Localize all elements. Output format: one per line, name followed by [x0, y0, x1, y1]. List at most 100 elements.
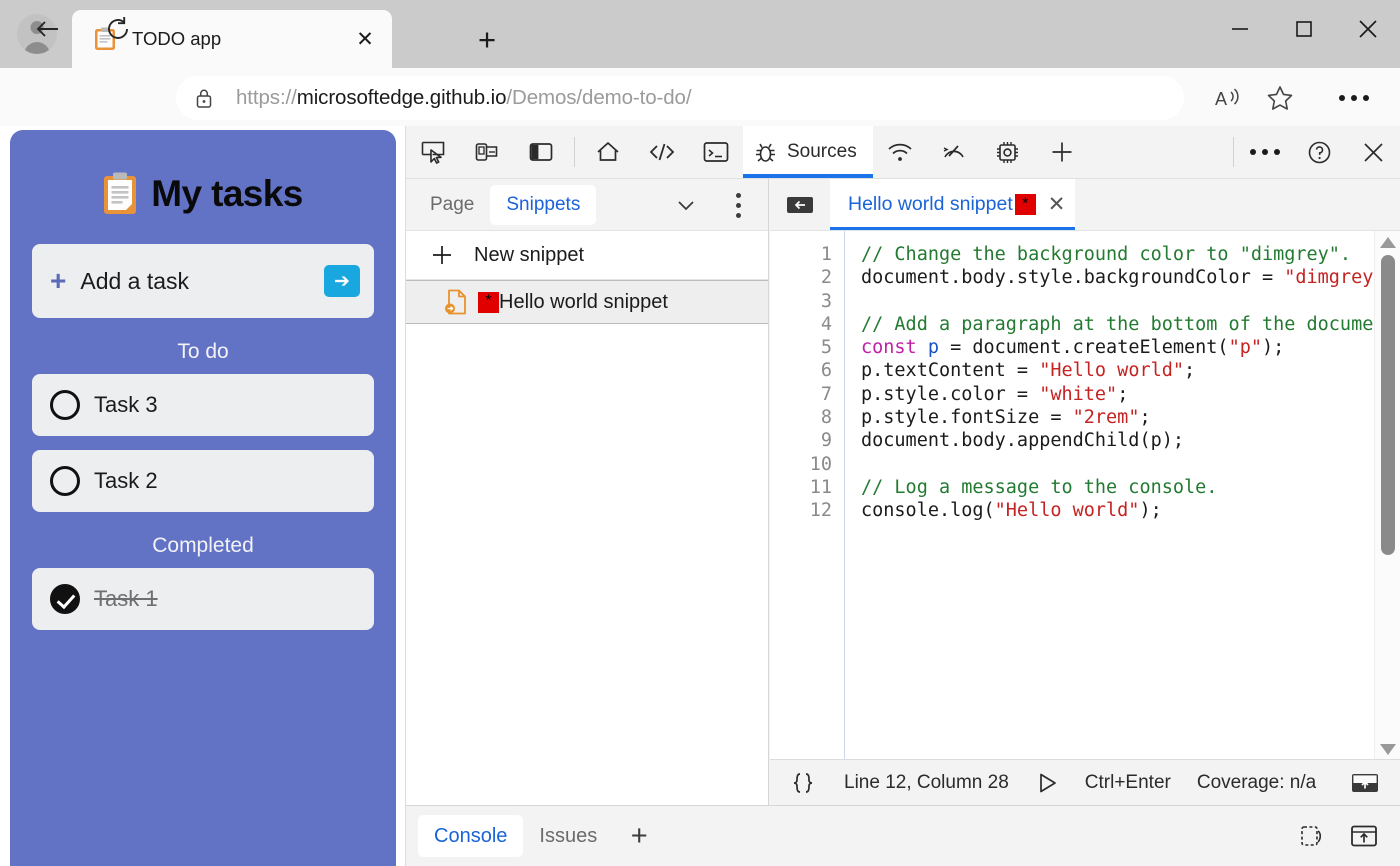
- tab-console[interactable]: Console: [418, 815, 523, 857]
- run-snippet-icon[interactable]: [1035, 771, 1059, 795]
- chevron-down-icon[interactable]: [660, 179, 712, 231]
- task-checkbox[interactable]: [50, 466, 80, 496]
- code-line: const p = document.createElement("p");: [861, 336, 1400, 359]
- code-line: p.style.color = "white";: [861, 383, 1400, 406]
- line-number: 8: [770, 406, 832, 429]
- line-number: 7: [770, 383, 832, 406]
- close-window-icon[interactable]: [1336, 0, 1400, 58]
- line-number-gutter: 123456789101112: [770, 231, 845, 805]
- more-tools-icon[interactable]: [1238, 126, 1292, 178]
- minimize-icon[interactable]: [1208, 0, 1272, 58]
- code-editor[interactable]: 123456789101112 // Change the background…: [770, 231, 1400, 805]
- coverage-label: Coverage: n/a: [1197, 772, 1316, 794]
- back-button[interactable]: [26, 9, 70, 49]
- task-item[interactable]: Task 3: [32, 374, 374, 436]
- editor-file-tab-label: Hello world snippet: [848, 193, 1013, 216]
- network-icon[interactable]: [873, 126, 927, 178]
- show-console-drawer-icon[interactable]: [1348, 770, 1382, 796]
- close-icon[interactable]: ✕: [348, 22, 382, 56]
- scroll-up-icon[interactable]: [1380, 237, 1396, 248]
- welcome-home-icon[interactable]: [581, 126, 635, 178]
- line-number: 11: [770, 476, 832, 499]
- sources-editor: Hello world snippet* ✕ 123456789101112 /…: [770, 179, 1400, 805]
- maximize-icon[interactable]: [1272, 0, 1336, 58]
- help-icon[interactable]: [1292, 126, 1346, 178]
- device-emulation-icon[interactable]: [460, 126, 514, 178]
- vertical-scroll-thumb[interactable]: [1381, 255, 1395, 555]
- pretty-print-icon[interactable]: [788, 771, 818, 795]
- reload-button[interactable]: [96, 9, 140, 49]
- add-task-submit-button[interactable]: ➔: [324, 265, 360, 297]
- section-heading-completed: Completed: [10, 534, 396, 558]
- performance-icon[interactable]: [927, 126, 981, 178]
- snippet-file-icon: [444, 288, 470, 316]
- console-settings-icon[interactable]: [1286, 813, 1338, 859]
- code-line: [861, 453, 1400, 476]
- unsaved-marker-highlight: *: [1015, 194, 1036, 215]
- line-number: 3: [770, 290, 832, 313]
- memory-icon[interactable]: [981, 126, 1035, 178]
- tab-snippets[interactable]: Snippets: [490, 185, 596, 225]
- task-checkbox[interactable]: [50, 390, 80, 420]
- code-line: p.textContent = "Hello world";: [861, 359, 1400, 382]
- task-item[interactable]: Task 2: [32, 450, 374, 512]
- svg-text:A: A: [1215, 89, 1227, 109]
- inspect-element-icon[interactable]: [406, 126, 460, 178]
- sources-panel: Page Snippets: [406, 179, 1400, 805]
- cursor-position: Line 12, Column 28: [844, 772, 1009, 794]
- tab-sources[interactable]: Sources: [743, 126, 873, 178]
- add-panel-button[interactable]: [1035, 126, 1089, 178]
- close-devtools-icon[interactable]: [1346, 126, 1400, 178]
- line-number: 10: [770, 453, 832, 476]
- navigator-tools: [660, 179, 764, 231]
- divider: [574, 137, 575, 167]
- collapse-sidebar-icon[interactable]: [780, 189, 820, 221]
- new-tab-button[interactable]: +: [462, 18, 512, 60]
- new-snippet-label: New snippet: [474, 244, 584, 267]
- console-icon[interactable]: [689, 126, 743, 178]
- add-drawer-tab-button[interactable]: +: [613, 815, 665, 857]
- elements-icon[interactable]: [635, 126, 689, 178]
- add-task-placeholder: Add a task: [80, 268, 324, 295]
- sources-navigator: Page Snippets: [406, 179, 769, 805]
- read-aloud-icon[interactable]: A: [1202, 76, 1254, 120]
- more-options-icon[interactable]: [712, 179, 764, 231]
- editor-file-tab[interactable]: Hello world snippet* ✕: [830, 179, 1075, 230]
- devtools-toolbar: Sources: [406, 126, 1400, 179]
- devtools-drawer: Console Issues +: [406, 805, 1400, 866]
- code-line: // Log a message to the console.: [861, 476, 1400, 499]
- line-number: 2: [770, 266, 832, 289]
- code-line: document.body.style.backgroundColor = "d…: [861, 266, 1400, 289]
- task-item[interactable]: Task 1: [32, 568, 374, 630]
- tab-page[interactable]: Page: [414, 185, 490, 225]
- close-icon[interactable]: ✕: [1048, 194, 1066, 215]
- code-line: // Add a paragraph at the bottom of the …: [861, 313, 1400, 336]
- code-content[interactable]: // Change the background color to "dimgr…: [845, 231, 1400, 805]
- close-drawer-icon[interactable]: [1338, 813, 1390, 859]
- clipboard-icon: [103, 172, 137, 216]
- code-line: document.body.appendChild(p);: [861, 429, 1400, 452]
- add-task-input[interactable]: + Add a task ➔: [32, 244, 374, 318]
- new-snippet-button[interactable]: New snippet: [406, 231, 768, 280]
- sources-bug-icon: [753, 140, 778, 165]
- lock-icon: [194, 87, 214, 109]
- settings-and-more-icon[interactable]: [1324, 78, 1384, 118]
- drawer-actions: [1286, 813, 1390, 859]
- snippet-list-item[interactable]: *Hello world snippet: [406, 280, 768, 324]
- code-line: // Change the background color to "dimgr…: [861, 243, 1400, 266]
- task-checkbox[interactable]: [50, 584, 80, 614]
- run-shortcut-label: Ctrl+Enter: [1085, 772, 1171, 794]
- tab-issues[interactable]: Issues: [523, 815, 613, 857]
- scroll-down-icon[interactable]: [1380, 744, 1396, 755]
- plus-icon: [430, 243, 454, 267]
- devtools-toolbar-right: [1225, 126, 1400, 178]
- favorite-star-icon[interactable]: [1254, 76, 1306, 120]
- snippet-name: *Hello world snippet: [478, 291, 668, 314]
- browser-tab-title: TODO app: [132, 28, 348, 50]
- address-bar[interactable]: https://microsoftedge.github.io/Demos/de…: [176, 76, 1184, 120]
- dock-side-icon[interactable]: [514, 126, 568, 178]
- todo-app-header: My tasks: [10, 130, 396, 216]
- window-controls: [1208, 0, 1400, 58]
- section-heading-todo: To do: [10, 340, 396, 364]
- editor-vertical-scrollbar[interactable]: [1374, 231, 1400, 761]
